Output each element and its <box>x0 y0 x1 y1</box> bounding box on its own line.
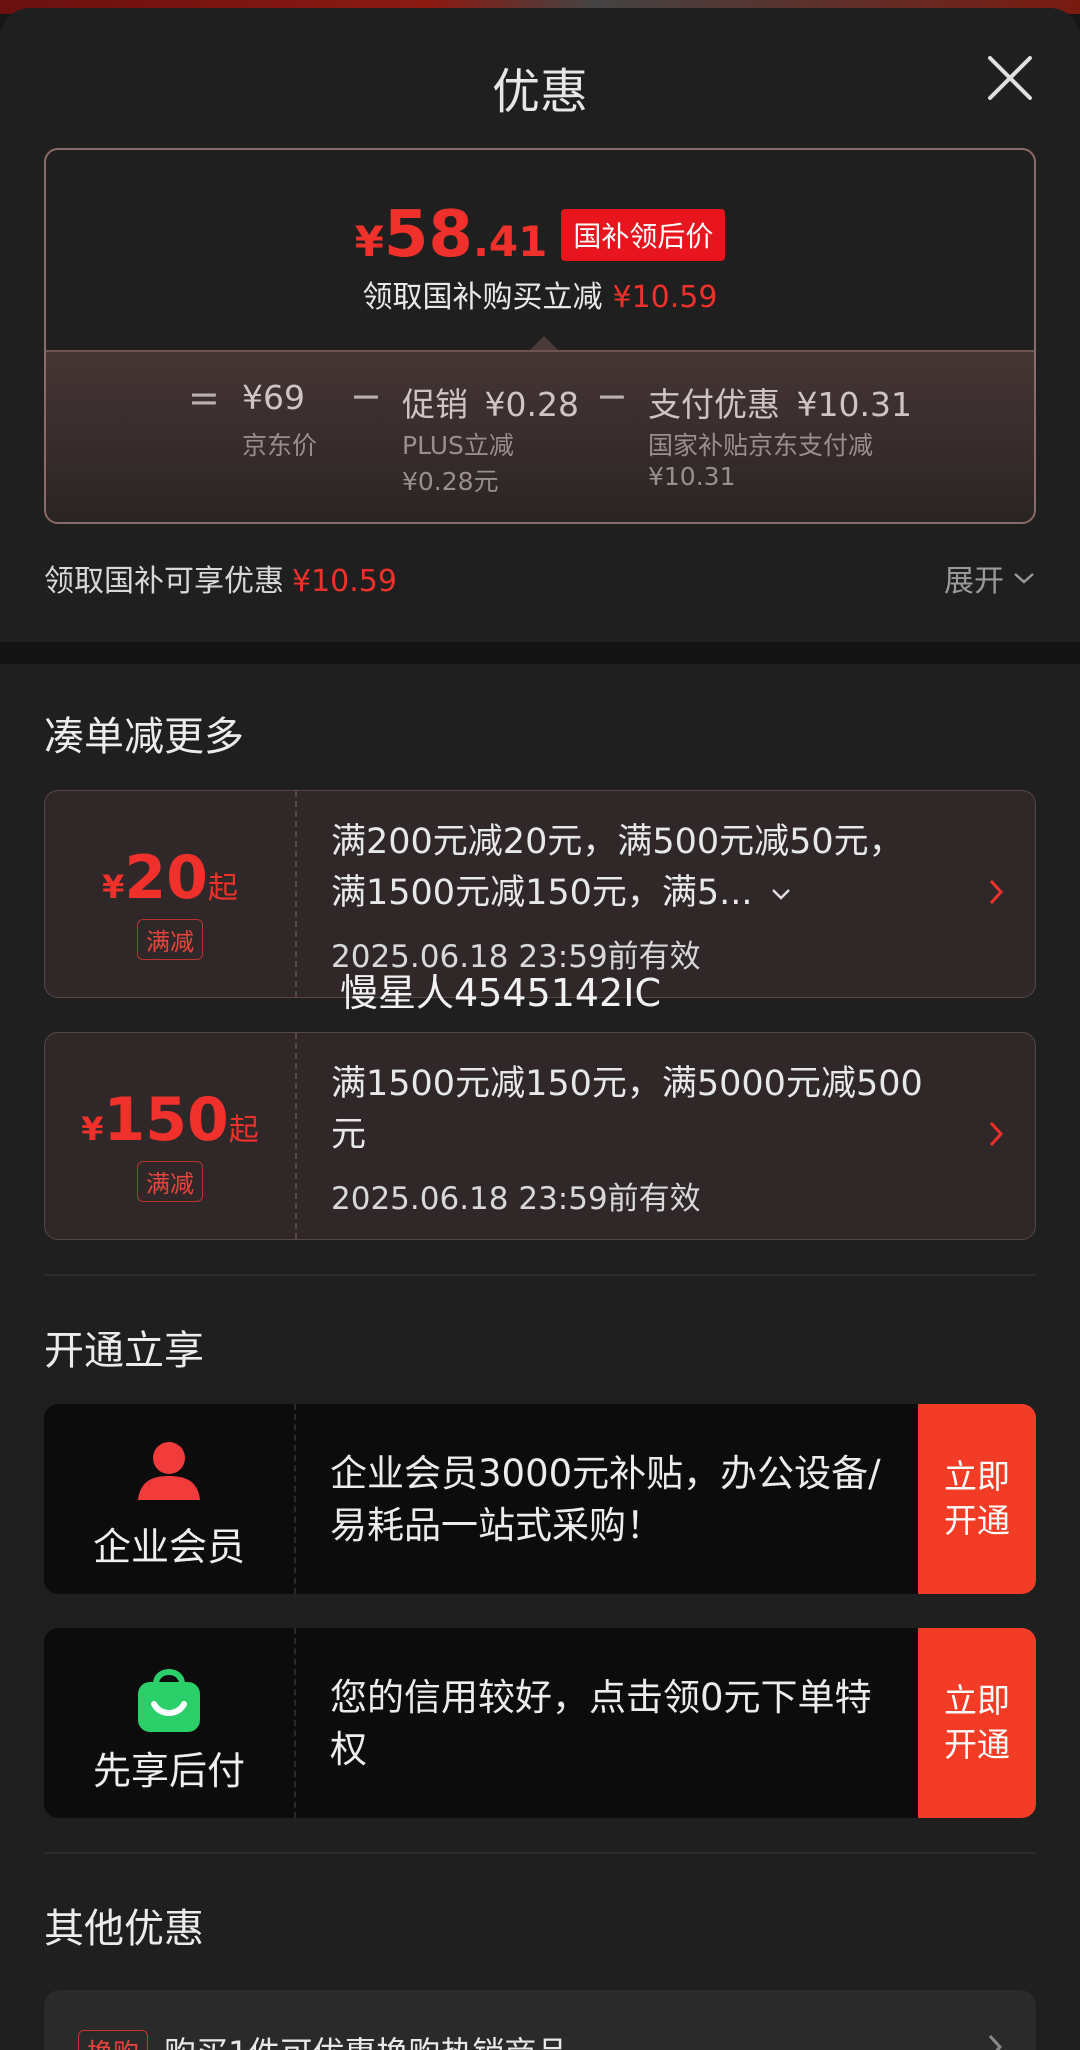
price-formula: = ¥69 京东价 − 促销 ¥0.28 PLUS立减 ¥0.28元 − 支付优… <box>46 350 1034 522</box>
shopping-bag-icon <box>136 1664 202 1738</box>
coupon-desc-line2-row: 满1500元减150元，满5... <box>331 868 961 919</box>
member-identity: 企业会员 <box>44 1404 296 1594</box>
divider <box>44 1852 1036 1854</box>
price-currency: ¥ <box>354 217 384 266</box>
coupon-desc-line2: 元 <box>331 1115 367 1155</box>
coupon-desc-line1: 满1500元减150元，满5000元减500 <box>331 1064 923 1104</box>
final-price: ¥ 58 .41 国补领后价 <box>46 198 1034 272</box>
payment-label: 支付优惠 <box>648 385 780 424</box>
watermark-text: 慢星人4545142IC <box>340 971 661 1015</box>
trade-in-offer[interactable]: 换购 购买1件可优惠换购热销商品 <box>44 1990 1036 2050</box>
jd-price: ¥69 <box>242 378 305 417</box>
coupon-validity: 2025.06.18 23:59前有效 <box>331 1181 701 1217</box>
coupon-number: 20 <box>124 843 208 913</box>
member-label: 先享后付 <box>92 1749 245 1793</box>
page-title: 优惠 <box>491 64 588 120</box>
activate-button[interactable]: 立即开通 <box>918 1628 1036 1818</box>
coupon-value: ¥150起 满减 <box>45 1033 297 1239</box>
section-title-other: 其他优惠 <box>44 1906 204 1952</box>
coupon-card[interactable]: ¥150起 满减 满1500元减150元，满5000元减500 元 2025.0… <box>44 1032 1036 1240</box>
member-description: 您的信用较好，点击领0元下单特权 <box>330 1676 872 1771</box>
member-identity: 先享后付 <box>44 1628 296 1818</box>
jd-price-label: 京东价 <box>242 431 318 460</box>
coupon-amount: ¥20起 <box>45 843 295 913</box>
enterprise-member-card: 企业会员 企业会员3000元补贴，办公设备/易耗品一站式采购！ 立即开通 <box>44 1404 1036 1594</box>
person-icon <box>136 1440 202 1506</box>
available-amount: ¥10.59 <box>292 564 397 599</box>
coupon-desc-line1: 满200元减20元，满500元减50元， <box>331 822 904 862</box>
coupon-arrow-button[interactable] <box>987 877 1005 911</box>
final-price-area: ¥ 58 .41 国补领后价 领取国补购买立减 ¥10.59 <box>46 150 1034 352</box>
coupon-suffix: 起 <box>207 871 238 906</box>
coupon-desc-line2: 满1500元减150元，满5... <box>331 873 753 913</box>
chevron-down-icon <box>1014 573 1034 584</box>
coupon-currency: ¥ <box>81 1110 104 1148</box>
expand-label: 展开 <box>944 564 1004 599</box>
coupon-description: 满1500元减150元，满5000元减500 元 <box>331 1059 961 1161</box>
member-description: 企业会员3000元补贴，办公设备/易耗品一站式采购！ <box>330 1452 881 1547</box>
member-label: 企业会员 <box>92 1525 245 1569</box>
promo-value: ¥0.28 <box>484 385 579 424</box>
price-breakdown-card: ¥ 58 .41 国补领后价 领取国补购买立减 ¥10.59 = ¥69 京东价 … <box>44 148 1036 524</box>
payment-line: 支付优惠 ¥10.31 <box>648 378 912 426</box>
promo-sub-plus: PLUS立减 <box>402 431 514 460</box>
subsidy-price-tag: 国补领后价 <box>561 209 726 261</box>
discount-sheet: 优惠 ¥ 58 .41 国补领后价 领取国补购买立减 ¥10.59 = ¥69 京… <box>0 8 1080 2050</box>
coupon-number: 150 <box>103 1085 229 1155</box>
section-title-open: 开通立享 <box>44 1328 204 1374</box>
close-button[interactable] <box>984 52 1036 104</box>
coupon-amount: ¥150起 <box>45 1085 295 1155</box>
price-integer: 58 <box>383 198 473 272</box>
section-title-combine: 凑单减更多 <box>44 714 244 760</box>
chevron-right-icon <box>988 2034 1003 2050</box>
claim-text: 领取国补购买立减 <box>362 280 603 315</box>
claim-amount: ¥10.59 <box>612 280 718 315</box>
coupon-suffix: 起 <box>228 1113 259 1148</box>
coupon-type-badge: 满减 <box>137 1161 203 1202</box>
pay-later-card: 先享后付 您的信用较好，点击领0元下单特权 立即开通 <box>44 1628 1036 1818</box>
price-decimal: .41 <box>472 217 548 266</box>
payment-sub-amount: ¥10.31 <box>648 462 736 491</box>
section-divider <box>0 642 1080 664</box>
promo-line: 促销 ¥0.28 <box>402 378 579 426</box>
payment-value: ¥10.31 <box>796 385 912 424</box>
claim-subsidy-line: 领取国补购买立减 ¥10.59 <box>46 272 1034 316</box>
coupon-type-badge: 满减 <box>137 919 203 960</box>
trade-in-badge: 换购 <box>78 2030 149 2050</box>
sheet-header: 优惠 <box>0 8 1080 148</box>
close-icon <box>988 56 1032 100</box>
coupon-arrow-button[interactable] <box>987 1119 1005 1153</box>
chevron-down-icon[interactable] <box>770 887 792 901</box>
coupon-value: ¥20起 满减 <box>45 791 297 997</box>
equals-sign: = <box>188 376 220 420</box>
available-discount-row: 领取国补可享优惠 ¥10.59 展开 <box>44 556 1036 606</box>
chevron-right-icon <box>989 1121 1004 1147</box>
available-text: 领取国补可享优惠 <box>44 564 284 599</box>
promo-label: 促销 <box>402 385 468 424</box>
minus-sign: − <box>350 374 382 418</box>
coupon-currency: ¥ <box>102 868 125 906</box>
promo-sub-amount: ¥0.28元 <box>402 467 499 496</box>
payment-sub-label: 国家补贴京东支付减 <box>648 431 874 460</box>
trade-in-text: 购买1件可优惠换购热销商品 <box>164 2028 568 2050</box>
divider <box>44 1274 1036 1276</box>
chevron-right-icon <box>989 879 1004 905</box>
minus-sign-2: − <box>596 374 628 418</box>
coupon-description: 满200元减20元，满500元减50元， 满1500元减150元，满5... <box>331 817 961 919</box>
activate-button[interactable]: 立即开通 <box>918 1404 1036 1594</box>
expand-button[interactable]: 展开 <box>944 556 1036 600</box>
